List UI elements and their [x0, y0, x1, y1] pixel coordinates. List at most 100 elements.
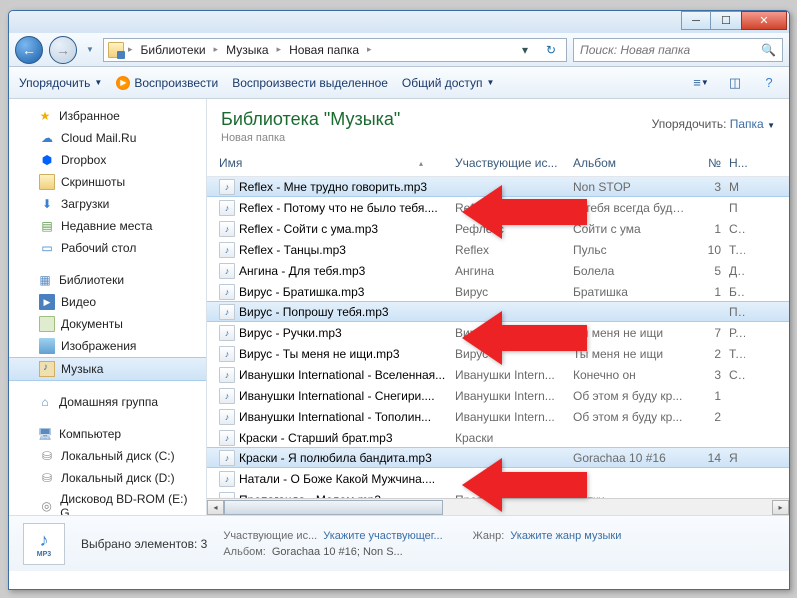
- sidebar-favorites[interactable]: ★Избранное: [9, 105, 206, 127]
- disk-icon: ⛁: [39, 448, 55, 464]
- maximize-button[interactable]: ☐: [711, 11, 741, 30]
- sidebar-item-downloads[interactable]: ⬇Загрузки: [9, 193, 206, 215]
- file-row[interactable]: ♪Краски - Я полюбила бандита.mp3Gorachaa…: [207, 447, 789, 468]
- sidebar-item-screenshots[interactable]: Скриншоты: [9, 171, 206, 193]
- file-album: Сойти с ума: [569, 222, 691, 236]
- refresh-button[interactable]: ↻: [540, 39, 562, 61]
- history-dropdown[interactable]: ▼: [83, 40, 97, 60]
- library-icon: [108, 42, 124, 58]
- details-album-value[interactable]: Gorachaa 10 #16; Non S...: [272, 546, 403, 558]
- col-album[interactable]: Альбом: [569, 154, 691, 172]
- forward-button[interactable]: →: [49, 36, 77, 64]
- file-name: Краски - Я полюбила бандита.mp3: [239, 451, 432, 465]
- sort-asc-icon: ▴: [419, 159, 423, 168]
- file-row[interactable]: ♪Натали - О Боже Какой Мужчина....: [207, 468, 789, 489]
- sidebar-item-recent[interactable]: ▤Недавние места: [9, 215, 206, 237]
- library-subtitle: Новая папка: [221, 132, 400, 144]
- share-menu[interactable]: Общий доступ▼: [402, 76, 495, 90]
- horizontal-scrollbar[interactable]: ◂ ▸: [207, 498, 789, 515]
- details-genre-value[interactable]: Укажите жанр музыки: [510, 530, 621, 542]
- file-name: Reflex - Танцы.mp3: [239, 243, 346, 257]
- sidebar-item-images[interactable]: Изображения: [9, 335, 206, 357]
- organize-menu[interactable]: Упорядочить▼: [19, 76, 102, 90]
- close-button[interactable]: ✕: [741, 11, 787, 30]
- file-row[interactable]: ♪Вирус - Братишка.mp3ВирусБратишка1Б...: [207, 281, 789, 302]
- sidebar-item-disk-c[interactable]: ⛁Локальный диск (C:): [9, 445, 206, 467]
- sidebar-item-dropbox[interactable]: ⬢Dropbox: [9, 149, 206, 171]
- breadcrumb-item[interactable]: Новая папка: [285, 41, 363, 59]
- breadcrumb-item[interactable]: Библиотеки: [137, 41, 210, 59]
- sidebar-item-desktop[interactable]: ▭Рабочий стол: [9, 237, 206, 259]
- cloud-icon: ☁: [39, 130, 55, 146]
- col-name[interactable]: Имя▴: [215, 154, 451, 172]
- file-row[interactable]: ♪Иванушки International - Тополин...Иван…: [207, 406, 789, 427]
- file-row[interactable]: ♪Краски - Старший брат.mp3Краски: [207, 427, 789, 448]
- file-list[interactable]: ♪Reflex - Мне трудно говорить.mp3Non STO…: [207, 177, 789, 498]
- file-album: Non STOP: [569, 180, 691, 194]
- back-button[interactable]: ←: [15, 36, 43, 64]
- file-row[interactable]: ♪Вирус - Ты меня не ищи.mp3ВирусТы меня …: [207, 343, 789, 364]
- sidebar-libraries[interactable]: ▦Библиотеки: [9, 269, 206, 291]
- mp3-icon: ♪: [219, 409, 235, 425]
- minimize-button[interactable]: ─: [681, 11, 711, 30]
- file-artist: Reflex: [451, 201, 569, 215]
- note-icon: ♪: [40, 530, 49, 551]
- file-row[interactable]: ♪Reflex - Мне трудно говорить.mp3Non STO…: [207, 177, 789, 197]
- titlebar[interactable]: ─ ☐ ✕: [9, 11, 789, 33]
- play-button[interactable]: ▶ Воспроизвести: [116, 76, 218, 90]
- sidebar-item-documents[interactable]: Документы: [9, 313, 206, 335]
- breadcrumb-item[interactable]: Музыка: [222, 41, 272, 59]
- address-bar[interactable]: ▸ Библиотеки ▸ Музыка ▸ Новая папка ▸ ▾ …: [103, 38, 567, 62]
- file-row[interactable]: ♪Reflex - Потому что не было тебя....Ref…: [207, 197, 789, 218]
- file-name: Вирус - Ручки.mp3: [239, 326, 342, 340]
- view-options-button[interactable]: ≡ ▼: [691, 73, 711, 93]
- help-button[interactable]: ?: [759, 73, 779, 93]
- download-icon: ⬇: [39, 196, 55, 212]
- preview-pane-button[interactable]: ◫: [725, 73, 745, 93]
- scroll-left-button[interactable]: ◂: [207, 500, 224, 515]
- details-artist-value[interactable]: Укажите участвующег...: [323, 530, 442, 542]
- file-row[interactable]: ♪Reflex - Танцы.mp3ReflexПульс10Т...: [207, 239, 789, 260]
- address-dropdown[interactable]: ▾: [514, 39, 536, 61]
- arrange-by-menu[interactable]: Упорядочить: Папка ▼: [652, 117, 775, 131]
- sidebar-computer[interactable]: 🖥Компьютер: [9, 423, 206, 445]
- col-artist[interactable]: Участвующие ис...: [451, 154, 569, 172]
- scroll-track[interactable]: [224, 500, 772, 515]
- nav-pane: ★Избранное ☁Cloud Mail.Ru ⬢Dropbox Скрин…: [9, 99, 207, 515]
- sidebar-item-video[interactable]: ▶Видео: [9, 291, 206, 313]
- col-last[interactable]: Н...: [725, 154, 745, 172]
- file-artist: Вирус: [451, 326, 569, 340]
- file-row[interactable]: ♪Ангина - Для тебя.mp3АнгинаБолела5Д...: [207, 260, 789, 281]
- file-last: С...: [725, 368, 745, 382]
- file-track-num: 1: [691, 285, 725, 299]
- file-last: Т...: [725, 347, 745, 361]
- file-row[interactable]: ♪Reflex - Сойти с ума.mp3РефлексСойти с …: [207, 218, 789, 239]
- sidebar-item-disk-d[interactable]: ⛁Локальный диск (D:): [9, 467, 206, 489]
- details-title: Выбрано элементов: 3: [81, 537, 207, 551]
- play-selection-button[interactable]: Воспроизвести выделенное: [232, 76, 388, 90]
- search-box[interactable]: 🔍: [573, 38, 783, 62]
- file-last: С...: [725, 222, 745, 236]
- mp3-icon: ♪: [219, 388, 235, 404]
- mp3-icon: ♪: [219, 221, 235, 237]
- scroll-right-button[interactable]: ▸: [772, 500, 789, 515]
- details-artist-label: Участвующие ис...: [223, 530, 317, 542]
- sidebar-item-music[interactable]: Музыка: [9, 357, 206, 381]
- file-row[interactable]: ♪Пропаганда - Мелом.mp3ПропагандаДетки: [207, 489, 789, 498]
- search-icon: 🔍: [761, 43, 776, 57]
- file-row[interactable]: ♪Иванушки International - Снегири....Ива…: [207, 385, 789, 406]
- library-title: Библиотека "Музыка": [221, 109, 400, 130]
- details-album-label: Альбом:: [223, 546, 266, 558]
- file-row[interactable]: ♪Вирус - Ручки.mp3ВирусТы меня не ищи7Р.…: [207, 322, 789, 343]
- col-number[interactable]: №: [691, 154, 725, 172]
- sidebar-homegroup[interactable]: ⌂Домашняя группа: [9, 391, 206, 413]
- scroll-thumb[interactable]: [224, 500, 443, 515]
- file-row[interactable]: ♪Вирус - Попрошу тебя.mp3П...: [207, 301, 789, 322]
- file-artist: Пропаганда: [451, 493, 569, 499]
- file-row[interactable]: ♪Иванушки International - Вселенная...Ив…: [207, 364, 789, 385]
- sidebar-item-cloud[interactable]: ☁Cloud Mail.Ru: [9, 127, 206, 149]
- mp3-file-icon: ♪ MP3: [23, 523, 65, 565]
- sidebar-item-bd-rom[interactable]: ◎Дисковод BD-ROM (E:) G: [9, 489, 206, 515]
- mp3-icon: ♪: [219, 284, 235, 300]
- search-input[interactable]: [580, 43, 761, 57]
